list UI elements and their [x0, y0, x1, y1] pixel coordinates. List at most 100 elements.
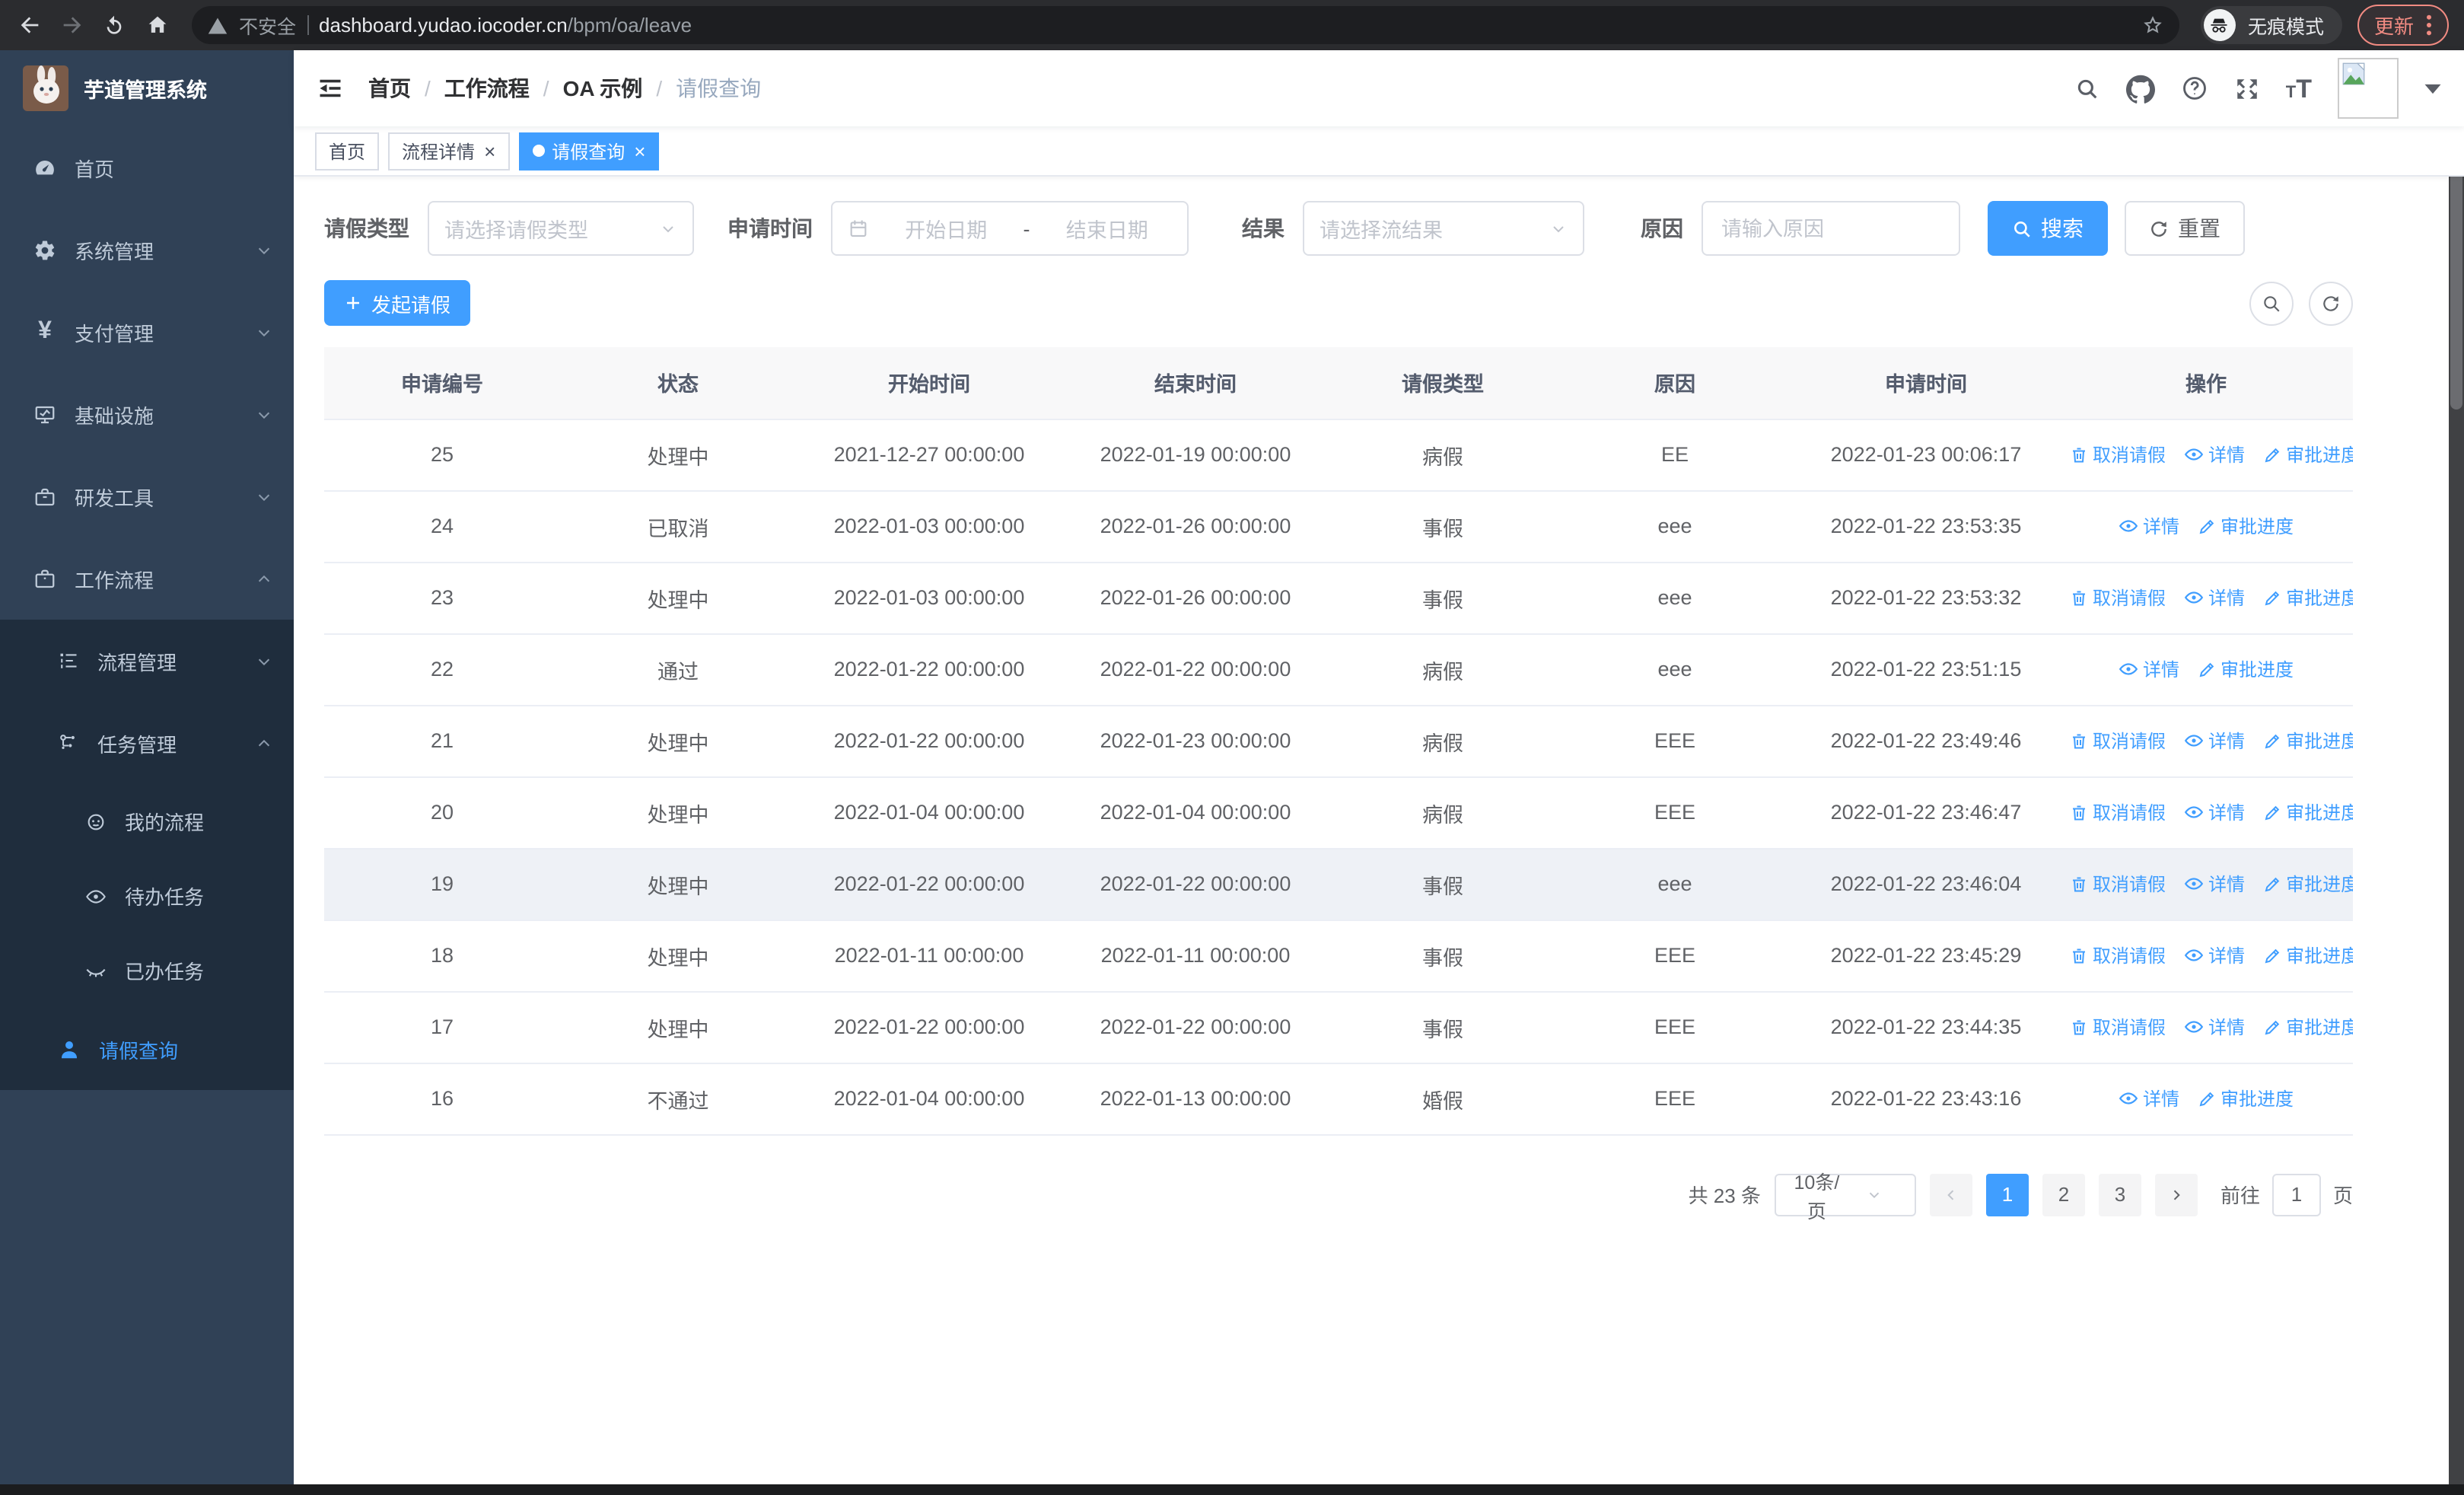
- browser-menu-icon[interactable]: [2426, 14, 2432, 37]
- font-size-icon[interactable]: TT: [2286, 75, 2312, 101]
- table-body: 25 处理中 2021-12-27 00:00:00 2022-01-19 00:00…: [324, 419, 2353, 1135]
- help-icon[interactable]: [2181, 75, 2208, 102]
- flow-icon: [58, 732, 79, 754]
- detail-link[interactable]: 详情: [2119, 1085, 2179, 1111]
- browser-scrollbar[interactable]: [2449, 50, 2464, 1495]
- breadcrumb-home[interactable]: 首页: [368, 73, 411, 104]
- close-icon[interactable]: ×: [484, 141, 495, 161]
- detail-link[interactable]: 详情: [2184, 870, 2245, 896]
- next-page-button[interactable]: [2154, 1173, 2198, 1216]
- approval-progress-link[interactable]: 审批进度: [2198, 1085, 2294, 1111]
- sidebar-item-task-mgmt[interactable]: 任务管理: [0, 702, 294, 784]
- result-select[interactable]: 请选择流结果: [1303, 201, 1584, 256]
- sidebar-item-payment[interactable]: ¥ 支付管理: [0, 291, 294, 373]
- collapse-sidebar-icon[interactable]: [317, 75, 344, 102]
- prev-page-button[interactable]: [1929, 1173, 1972, 1216]
- forward-icon[interactable]: [58, 11, 85, 39]
- tab-leave-query[interactable]: 请假查询 ×: [518, 132, 660, 170]
- detail-link[interactable]: 详情: [2184, 1013, 2245, 1039]
- cancel-leave-link[interactable]: 取消请假: [2070, 1014, 2166, 1040]
- caret-down-icon[interactable]: [2424, 83, 2441, 94]
- detail-link[interactable]: 详情: [2184, 799, 2245, 824]
- table-row: 19 处理中 2022-01-22 00:00:00 2022-01-22 00:00…: [324, 848, 2353, 920]
- detail-link[interactable]: 详情: [2184, 441, 2245, 467]
- cancel-leave-link[interactable]: 取消请假: [2070, 871, 2166, 897]
- url-bar[interactable]: 不安全 dashboard.yudao.iocoder.cn/bpm/oa/le…: [192, 6, 2179, 44]
- sidebar-item-label: 任务管理: [97, 733, 177, 756]
- tab-home[interactable]: 首页: [315, 132, 380, 170]
- show-search-button[interactable]: [2249, 281, 2294, 325]
- approval-progress-link[interactable]: 审批进度: [2263, 871, 2353, 897]
- page-button-3[interactable]: 3: [2098, 1173, 2141, 1216]
- page-url: dashboard.yudao.iocoder.cn/bpm/oa/leave: [319, 14, 692, 37]
- search-icon: [2012, 218, 2032, 238]
- approval-progress-link[interactable]: 审批进度: [2263, 1014, 2353, 1040]
- page-button-2[interactable]: 2: [2042, 1173, 2085, 1216]
- create-leave-button[interactable]: 发起请假: [324, 280, 471, 326]
- reload-icon[interactable]: [100, 11, 128, 39]
- refresh-table-button[interactable]: [2309, 281, 2353, 325]
- sidebar-item-todo-tasks[interactable]: 待办任务: [0, 859, 294, 933]
- toolbox-icon: [33, 485, 56, 508]
- fullscreen-icon[interactable]: [2234, 75, 2260, 101]
- cancel-leave-link[interactable]: 取消请假: [2070, 441, 2166, 467]
- date-start-placeholder[interactable]: 开始日期: [881, 213, 1011, 244]
- approval-progress-link[interactable]: 审批进度: [2198, 513, 2294, 539]
- user-avatar[interactable]: [2338, 58, 2399, 119]
- breadcrumb-oa-example[interactable]: OA 示例: [563, 73, 643, 104]
- approval-progress-link[interactable]: 审批进度: [2263, 441, 2353, 467]
- approval-progress-link[interactable]: 审批进度: [2263, 942, 2353, 968]
- back-icon[interactable]: [15, 11, 43, 39]
- cancel-leave-link[interactable]: 取消请假: [2070, 585, 2166, 610]
- date-end-placeholder[interactable]: 结束日期: [1043, 213, 1173, 244]
- col-header-actions: 操作: [2059, 347, 2353, 419]
- security-label[interactable]: 不安全: [239, 11, 296, 40]
- detail-link[interactable]: 详情: [2119, 655, 2179, 681]
- approval-progress-link[interactable]: 审批进度: [2263, 585, 2353, 610]
- reason-input[interactable]: [1718, 215, 1944, 241]
- cancel-leave-link[interactable]: 取消请假: [2070, 799, 2166, 825]
- apply-time-range-picker[interactable]: 开始日期 - 结束日期: [831, 201, 1189, 256]
- cancel-leave-link[interactable]: 取消请假: [2070, 942, 2166, 968]
- approval-progress-link[interactable]: 审批进度: [2198, 656, 2294, 682]
- close-icon[interactable]: ×: [634, 141, 645, 161]
- approval-progress-link[interactable]: 审批进度: [2263, 799, 2353, 825]
- cancel-leave-link[interactable]: 取消请假: [2070, 728, 2166, 754]
- sidebar-item-workflow[interactable]: 工作流程: [0, 537, 294, 620]
- sidebar-item-my-process[interactable]: 我的流程: [0, 784, 294, 859]
- detail-link[interactable]: 详情: [2184, 942, 2245, 967]
- refresh-icon: [2149, 218, 2169, 238]
- user-icon: [58, 1038, 81, 1060]
- incognito-icon: [2203, 9, 2236, 41]
- sidebar-item-leave-query[interactable]: 请假查询: [0, 1008, 294, 1090]
- sidebar-item-infrastructure[interactable]: 基础设施: [0, 373, 294, 455]
- detail-link[interactable]: 详情: [2119, 512, 2179, 538]
- browser-toolbar: 不安全 dashboard.yudao.iocoder.cn/bpm/oa/le…: [0, 0, 2464, 50]
- breadcrumb-workflow[interactable]: 工作流程: [444, 73, 530, 104]
- page-size-select[interactable]: 10条/页: [1774, 1171, 1916, 1222]
- search-icon[interactable]: [2074, 75, 2100, 101]
- goto-page-input[interactable]: [2271, 1173, 2321, 1216]
- approval-progress-link[interactable]: 审批进度: [2263, 728, 2353, 754]
- home-icon[interactable]: [143, 11, 170, 39]
- detail-link[interactable]: 详情: [2184, 727, 2245, 753]
- detail-link[interactable]: 详情: [2184, 584, 2245, 610]
- update-button[interactable]: 更新: [2357, 5, 2449, 46]
- leave-type-select[interactable]: 请选择请假类型: [428, 201, 694, 256]
- sidebar-item-devtools[interactable]: 研发工具: [0, 455, 294, 537]
- eye-closed-icon: [85, 960, 107, 981]
- col-header-start: 开始时间: [796, 347, 1062, 419]
- sidebar-item-label: 工作流程: [75, 569, 154, 591]
- eye-open-icon: [85, 885, 107, 907]
- tab-process-detail[interactable]: 流程详情 ×: [388, 132, 510, 170]
- sidebar-item-process-mgmt[interactable]: 流程管理: [0, 620, 294, 702]
- sidebar-item-system[interactable]: 系统管理: [0, 209, 294, 291]
- search-button[interactable]: 搜索: [1988, 201, 2108, 256]
- reset-button[interactable]: 重置: [2125, 201, 2245, 256]
- sidebar-item-done-tasks[interactable]: 已办任务: [0, 933, 294, 1008]
- bookmark-star-icon[interactable]: [2141, 14, 2164, 37]
- briefcase-icon: [33, 567, 56, 590]
- page-button-1[interactable]: 1: [1985, 1173, 2029, 1216]
- sidebar-item-home[interactable]: 首页: [0, 126, 294, 209]
- github-icon[interactable]: [2125, 74, 2155, 103]
